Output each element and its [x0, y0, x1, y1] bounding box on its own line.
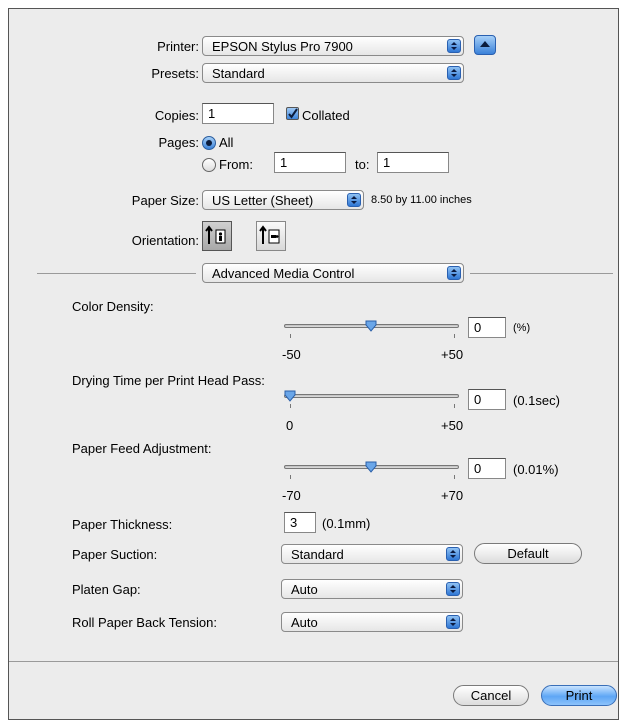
cancel-button[interactable]: Cancel	[453, 685, 529, 706]
popup-arrows-icon	[447, 66, 461, 80]
drying-time-min: 0	[286, 418, 294, 433]
roll-tension-popup[interactable]: Auto	[281, 612, 463, 632]
color-density-unit: (%)	[513, 322, 531, 334]
copies-field[interactable]: 1	[202, 103, 274, 124]
platen-gap-popup[interactable]: Auto	[281, 579, 463, 599]
paper-thickness-unit: (0.1mm)	[322, 516, 371, 531]
pages-to-label: to:	[355, 157, 370, 172]
print-dialog: Printer: EPSON Stylus Pro 7900 Presets: …	[8, 8, 619, 720]
presets-value: Standard	[212, 66, 265, 81]
paper-feed-field[interactable]: 0	[468, 458, 506, 479]
checkmark-icon	[288, 108, 298, 119]
printer-value: EPSON Stylus Pro 7900	[212, 39, 353, 54]
popup-arrows-icon	[447, 266, 461, 280]
paper-feed-unit: (0.01%)	[513, 462, 559, 477]
printer-popup[interactable]: EPSON Stylus Pro 7900	[202, 36, 464, 56]
presets-label: Presets:	[151, 66, 199, 81]
paper-feed-label: Paper Feed Adjustment:	[72, 441, 212, 456]
pages-all-label: All	[219, 135, 234, 150]
slider-knob-icon[interactable]	[365, 461, 377, 473]
color-density-label: Color Density:	[72, 299, 154, 314]
pages-to-field[interactable]: 1	[377, 152, 449, 173]
paper-suction-popup[interactable]: Standard	[281, 544, 463, 564]
default-button[interactable]: Default	[474, 543, 582, 564]
slider-knob-icon[interactable]	[284, 390, 296, 402]
paper-size-value: US Letter (Sheet)	[212, 193, 314, 208]
slider-tick-max	[454, 404, 455, 408]
pages-all-radio[interactable]	[202, 136, 216, 150]
popup-arrows-icon	[347, 193, 361, 207]
print-button[interactable]: Print	[541, 685, 617, 706]
slider-tick-min	[290, 334, 291, 338]
paper-size-popup[interactable]: US Letter (Sheet)	[202, 190, 364, 210]
collated-checkbox[interactable]	[286, 107, 299, 120]
portrait-orientation-icon	[205, 225, 226, 244]
disclosure-triangle-icon	[480, 41, 490, 47]
popup-arrows-icon	[446, 615, 460, 629]
slider-tick-min	[290, 404, 291, 408]
orientation-label: Orientation:	[131, 233, 199, 248]
drying-time-field[interactable]: 0	[468, 389, 506, 410]
popup-arrows-icon	[446, 547, 460, 561]
drying-time-max: +50	[441, 418, 464, 433]
drying-time-slider[interactable]	[284, 394, 459, 398]
drying-time-unit: (0.1sec)	[513, 393, 560, 408]
pages-from-radio[interactable]	[202, 158, 216, 172]
paper-suction-value: Standard	[291, 547, 344, 562]
panel-value: Advanced Media Control	[212, 266, 355, 281]
slider-knob-icon[interactable]	[365, 320, 377, 332]
copies-label: Copies:	[154, 108, 199, 123]
drying-time-label: Drying Time per Print Head Pass:	[72, 373, 265, 388]
slider-tick-max	[454, 334, 455, 338]
paper-thickness-field[interactable]: 3	[284, 512, 316, 533]
platen-gap-value: Auto	[291, 582, 318, 597]
platen-gap-label: Platen Gap:	[72, 582, 141, 597]
color-density-min: -50	[282, 347, 301, 362]
roll-tension-label: Roll Paper Back Tension:	[72, 615, 218, 630]
paper-suction-label: Paper Suction:	[72, 547, 158, 562]
collated-label: Collated	[302, 108, 350, 123]
paper-dimensions: 8.50 by 11.00 inches	[371, 194, 472, 206]
popup-arrows-icon	[446, 582, 460, 596]
pages-from-label: From:	[219, 157, 253, 172]
popup-arrows-icon	[447, 39, 461, 53]
slider-tick-max	[454, 475, 455, 479]
pages-label: Pages:	[158, 135, 199, 150]
landscape-button[interactable]	[256, 221, 286, 251]
divider-left	[37, 273, 196, 274]
paper-feed-min: -70	[282, 488, 301, 503]
pages-from-field[interactable]: 1	[274, 152, 346, 173]
printer-label: Printer:	[157, 39, 199, 54]
portrait-button[interactable]	[202, 221, 232, 251]
landscape-orientation-icon	[259, 225, 280, 244]
color-density-field[interactable]: 0	[468, 317, 506, 338]
footer-divider	[9, 661, 618, 662]
expand-dialog-button[interactable]	[474, 35, 496, 55]
paper-thickness-label: Paper Thickness:	[72, 517, 173, 532]
paper-feed-max: +70	[441, 488, 464, 503]
panel-popup[interactable]: Advanced Media Control	[202, 263, 464, 283]
paper-size-label: Paper Size:	[131, 193, 199, 208]
divider-right	[470, 273, 613, 274]
presets-popup[interactable]: Standard	[202, 63, 464, 83]
roll-tension-value: Auto	[291, 615, 318, 630]
color-density-max: +50	[441, 347, 464, 362]
slider-tick-min	[290, 475, 291, 479]
